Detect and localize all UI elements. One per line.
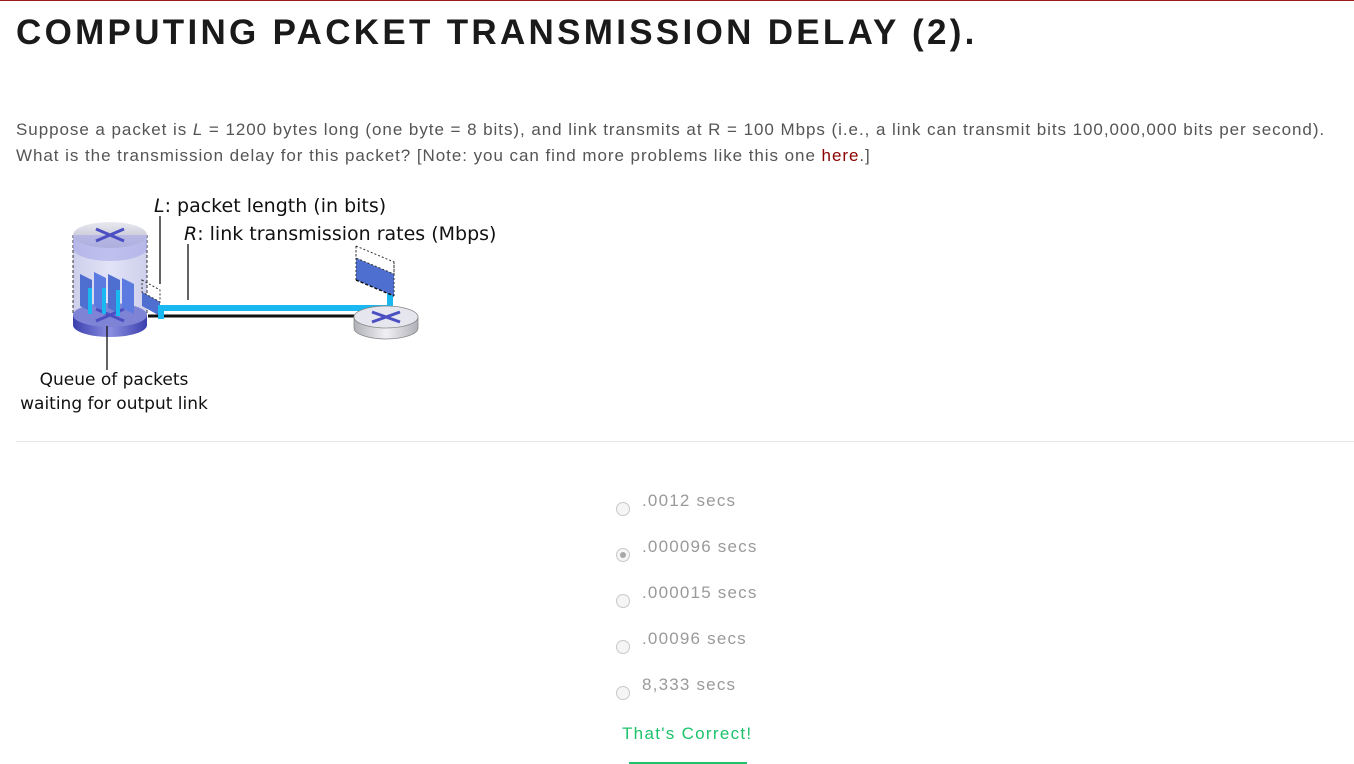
label-packet-length: L: packet length (in bits)	[154, 195, 386, 217]
radio-button[interactable]	[616, 686, 630, 700]
more-problems-link[interactable]: here	[822, 146, 860, 165]
answer-option[interactable]: .00096 secs	[614, 624, 758, 670]
top-accent-rule	[0, 0, 1354, 1]
problem-text-part3: .]	[859, 146, 871, 165]
problem-text-part2: = 1200 bytes long (one byte = 8 bits), a…	[16, 120, 1326, 165]
queue-label-line2: waiting for output link	[20, 394, 208, 414]
radio-button[interactable]	[616, 594, 630, 608]
answer-option-label: .00096 secs	[642, 629, 747, 648]
feedback-message: That's Correct!	[622, 724, 753, 743]
answer-option[interactable]: .0012 secs	[614, 486, 758, 532]
radio-button[interactable]	[616, 640, 630, 654]
answer-option-label: .000096 secs	[642, 537, 758, 556]
answer-option[interactable]: .000096 secs	[614, 532, 758, 578]
problem-var-L: L	[192, 120, 204, 139]
answer-option-label: .0012 secs	[642, 491, 737, 510]
label-link-rate: R: link transmission rates (Mbps)	[184, 223, 496, 245]
answer-option[interactable]: .000015 secs	[614, 578, 758, 624]
radio-button-selected[interactable]	[616, 548, 630, 562]
page-title: COMPUTING PACKET TRANSMISSION DELAY (2).	[16, 13, 978, 52]
transmission-diagram: L: packet length (in bits) R: link trans…	[20, 195, 496, 414]
radio-button[interactable]	[616, 502, 630, 516]
queue-label-line1: Queue of packets	[40, 370, 189, 390]
answer-options: .0012 secs .000096 secs .000015 secs .00…	[614, 486, 758, 716]
answer-option-label: 8,333 secs	[642, 675, 737, 694]
section-divider	[16, 441, 1354, 442]
problem-text-part1: Suppose a packet is	[16, 120, 193, 139]
problem-statement: Suppose a packet is L = 1200 bytes long …	[16, 117, 1346, 169]
router-icon	[353, 245, 419, 340]
answer-option-label: .000015 secs	[642, 583, 758, 602]
answer-option[interactable]: 8,333 secs	[614, 670, 758, 716]
